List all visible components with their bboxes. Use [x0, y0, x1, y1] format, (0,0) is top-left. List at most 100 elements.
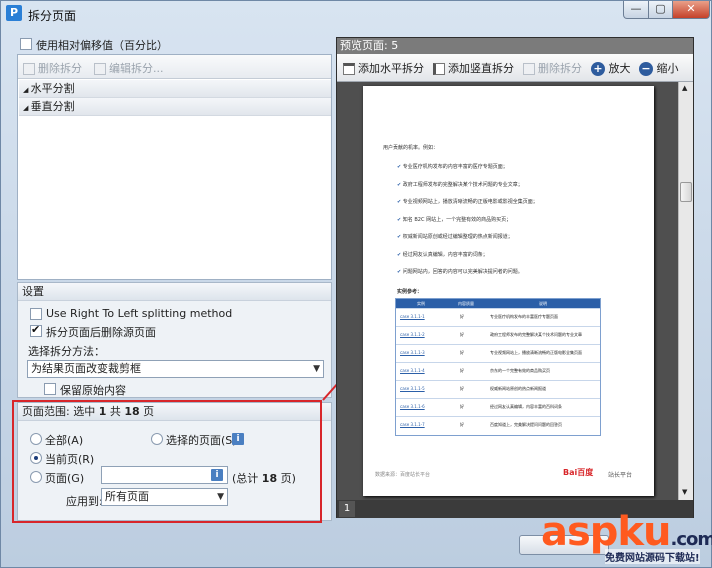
- zoom-out-button[interactable]: − 缩小: [639, 60, 679, 76]
- settings-title: 设置: [18, 283, 331, 301]
- table-row: case 3.1.1-4 好 京东的一个完整有效的商品购买页: [396, 362, 600, 380]
- doc-footer-right: 站长平台: [608, 472, 633, 479]
- zoom-in-label: 放大: [608, 62, 631, 75]
- case-link[interactable]: case 3.1.1-3: [400, 350, 425, 356]
- watermark-subtitle: 免费网站源码下载站!: [605, 549, 700, 564]
- table-header: 内容质量: [446, 299, 486, 308]
- preview-scrollbar[interactable]: ▲ ▼: [678, 82, 693, 500]
- relative-offset-row: 使用相对偏移值（百分比）: [17, 34, 332, 54]
- doc-intro: 用户贡献的机率。例如：: [383, 145, 439, 151]
- quality-cell: 好: [460, 422, 464, 427]
- edit-split-button[interactable]: 编辑拆分...: [94, 60, 164, 76]
- relative-offset-checkbox[interactable]: [20, 38, 32, 50]
- doc-bullet-text: 专业医疗机构发布的内容丰富的医疗专题页面；: [402, 164, 508, 170]
- highlight-box: [12, 400, 322, 523]
- delete-split-button[interactable]: 删除拆分: [23, 60, 82, 76]
- doc-bullet: ✔ 经过网友认真编辑，内容丰富的词条；: [397, 251, 488, 258]
- desc-cell: 专业视频网站上，播放清晰流畅的正版电影全集页面: [490, 350, 582, 355]
- table-row: case 3.1.1-1 好 专业医疗机构发布的丰富医疗专题页面: [396, 308, 600, 326]
- preview-delete-label: 删除拆分: [538, 62, 582, 75]
- doc-bullet-text: 经过网友认真编辑，内容丰富的词条；: [402, 251, 488, 258]
- doc-bullet-text: 问题网站内，回答的内容可以完美解决提问者的问题。: [402, 269, 523, 275]
- case-link[interactable]: case 3.1.1-4: [400, 368, 425, 374]
- page-thumb-number[interactable]: 1: [339, 501, 355, 517]
- preview-page: 用户贡献的机率。例如： ✔ 专业医疗机构发布的内容丰富的医疗专题页面； ✔ 政府工…: [363, 86, 654, 496]
- keep-original-checkbox[interactable]: [44, 383, 56, 395]
- case-link[interactable]: case 3.1.1-6: [400, 404, 425, 410]
- case-link[interactable]: case 3.1.1-7: [400, 422, 425, 428]
- delete-split-icon: [23, 63, 35, 75]
- delete-source-label: 拆分页面后删除源页面: [46, 326, 156, 339]
- zoom-out-icon: −: [639, 62, 653, 76]
- scroll-down-icon[interactable]: ▼: [682, 488, 687, 496]
- split-method-value: 为结果页面改变裁剪框: [31, 362, 141, 375]
- zoom-in-icon: +: [591, 62, 605, 76]
- horizontal-split-icon: [343, 63, 355, 75]
- preview-delete-split-button[interactable]: 删除拆分: [523, 60, 582, 76]
- scrollbar-thumb[interactable]: [680, 182, 692, 202]
- quality-cell: 好: [460, 350, 464, 355]
- doc-footer-source: 数据来源：百度站长平台: [375, 472, 431, 478]
- delete-split-label: 删除拆分: [38, 62, 82, 75]
- zoom-out-label: 缩小: [656, 62, 679, 75]
- keep-original-label: 保留原始内容: [60, 384, 126, 397]
- doc-bullet-text: 权威新闻站原创或经过编辑整理的热点新闻报道；: [402, 234, 513, 240]
- table-row: case 3.1.1-2 好 政府工程师发布的完整解决某个技术问题的专业文章: [396, 326, 600, 344]
- table-header: 实例: [396, 299, 446, 308]
- table-row: case 3.1.1-7 好 百度知道上，完美解决提问问题的回答页: [396, 416, 600, 434]
- minimize-button[interactable]: —: [623, 1, 649, 19]
- edit-split-icon: [94, 63, 106, 75]
- preview-title: 预览页面: 5: [337, 38, 693, 54]
- split-pages-dialog: P 拆分页面 — ▢ ✕ 使用相对偏移值（百分比） 删除拆分 编辑拆分... ◢…: [0, 0, 712, 568]
- doc-table: 实例 内容质量 说明 case 3.1.1-1 好 专业医疗机构发布的丰富医疗专题页…: [395, 298, 601, 436]
- delete-source-checkbox[interactable]: [30, 323, 42, 337]
- doc-example-title: 实例参考：: [397, 289, 423, 295]
- tree-item-horizontal[interactable]: ◢ 水平分割: [19, 80, 331, 98]
- quality-cell: 好: [460, 368, 464, 373]
- desc-cell: 权威新闻站原创的热点新闻报道: [490, 386, 546, 391]
- zoom-in-button[interactable]: + 放大: [591, 60, 631, 76]
- split-method-select[interactable]: 为结果页面改变裁剪框 ▼: [27, 360, 324, 378]
- edit-split-label: 编辑拆分...: [109, 62, 164, 75]
- rtl-checkbox[interactable]: [30, 308, 42, 320]
- preview-toolbar: 添加水平拆分 添加竖直拆分 删除拆分 + 放大 − 缩小: [337, 54, 693, 82]
- tree-horizontal-label: 水平分割: [30, 82, 75, 95]
- doc-bullet-text: 知名 B2C 网站上，一个完整有效的商品购买页；: [402, 216, 512, 223]
- desc-cell: 专业医疗机构发布的丰富医疗专题页面: [490, 314, 558, 319]
- doc-bullet: ✔ 问题网站内，回答的内容可以完美解决提问者的问题。: [397, 268, 523, 275]
- preview-panel: 预览页面: 5 添加水平拆分 添加竖直拆分 删除拆分 + 放大 − 缩小 用户贡…: [336, 37, 694, 518]
- table-row: case 3.1.1-3 好 专业视频网站上，播放清晰流畅的正版电影全集页面: [396, 344, 600, 362]
- case-link[interactable]: case 3.1.1-2: [400, 332, 425, 338]
- quality-cell: 好: [460, 404, 464, 409]
- doc-bullet-text: 政府工程师发布的完整解决某个技术问题的专业文章；: [402, 181, 523, 188]
- case-link[interactable]: case 3.1.1-1: [400, 314, 425, 320]
- doc-bullet-text: 专业视频网站上，播放清晰流畅的正版电影或影视全集页面；: [402, 199, 538, 205]
- doc-bullet: ✔ 专业视频网站上，播放清晰流畅的正版电影或影视全集页面；: [397, 198, 538, 205]
- baidu-logo: Bai百度: [563, 468, 594, 477]
- split-method-label: 选择拆分方法：: [28, 345, 105, 358]
- doc-bullet: ✔ 权威新闻站原创或经过编辑整理的热点新闻报道；: [397, 233, 513, 240]
- add-horizontal-label: 添加水平拆分: [358, 62, 424, 75]
- vertical-split-icon: [433, 63, 445, 75]
- expand-arrow-icon: ◢: [23, 86, 31, 94]
- case-link[interactable]: case 3.1.1-5: [400, 386, 425, 392]
- table-row: case 3.1.1-6 好 经过网友认真编辑，内容丰富的百科词条: [396, 398, 600, 416]
- tree-item-vertical[interactable]: ◢ 垂直分割: [19, 98, 331, 116]
- desc-cell: 政府工程师发布的完整解决某个技术问题的专业文章: [490, 332, 582, 337]
- doc-bullet: ✔ 知名 B2C 网站上，一个完整有效的商品购买页；: [397, 216, 511, 223]
- add-vertical-split-button[interactable]: 添加竖直拆分: [433, 60, 514, 76]
- split-toolbar: 删除拆分 编辑拆分...: [18, 55, 331, 79]
- desc-cell: 百度知道上，完美解决提问问题的回答页: [490, 422, 562, 427]
- quality-cell: 好: [460, 386, 464, 391]
- scroll-up-icon[interactable]: ▲: [682, 84, 687, 92]
- delete-split-icon: [523, 63, 535, 75]
- quality-cell: 好: [460, 314, 464, 319]
- add-horizontal-split-button[interactable]: 添加水平拆分: [343, 60, 424, 76]
- desc-cell: 京东的一个完整有效的商品购买页: [490, 368, 550, 373]
- window-title: 拆分页面: [28, 9, 77, 23]
- desc-cell: 经过网友认真编辑，内容丰富的百科词条: [490, 404, 562, 409]
- app-icon: P: [6, 5, 22, 21]
- close-button[interactable]: ✕: [672, 1, 710, 19]
- table-row: case 3.1.1-5 好 权威新闻站原创的热点新闻报道: [396, 380, 600, 398]
- maximize-button[interactable]: ▢: [648, 1, 673, 19]
